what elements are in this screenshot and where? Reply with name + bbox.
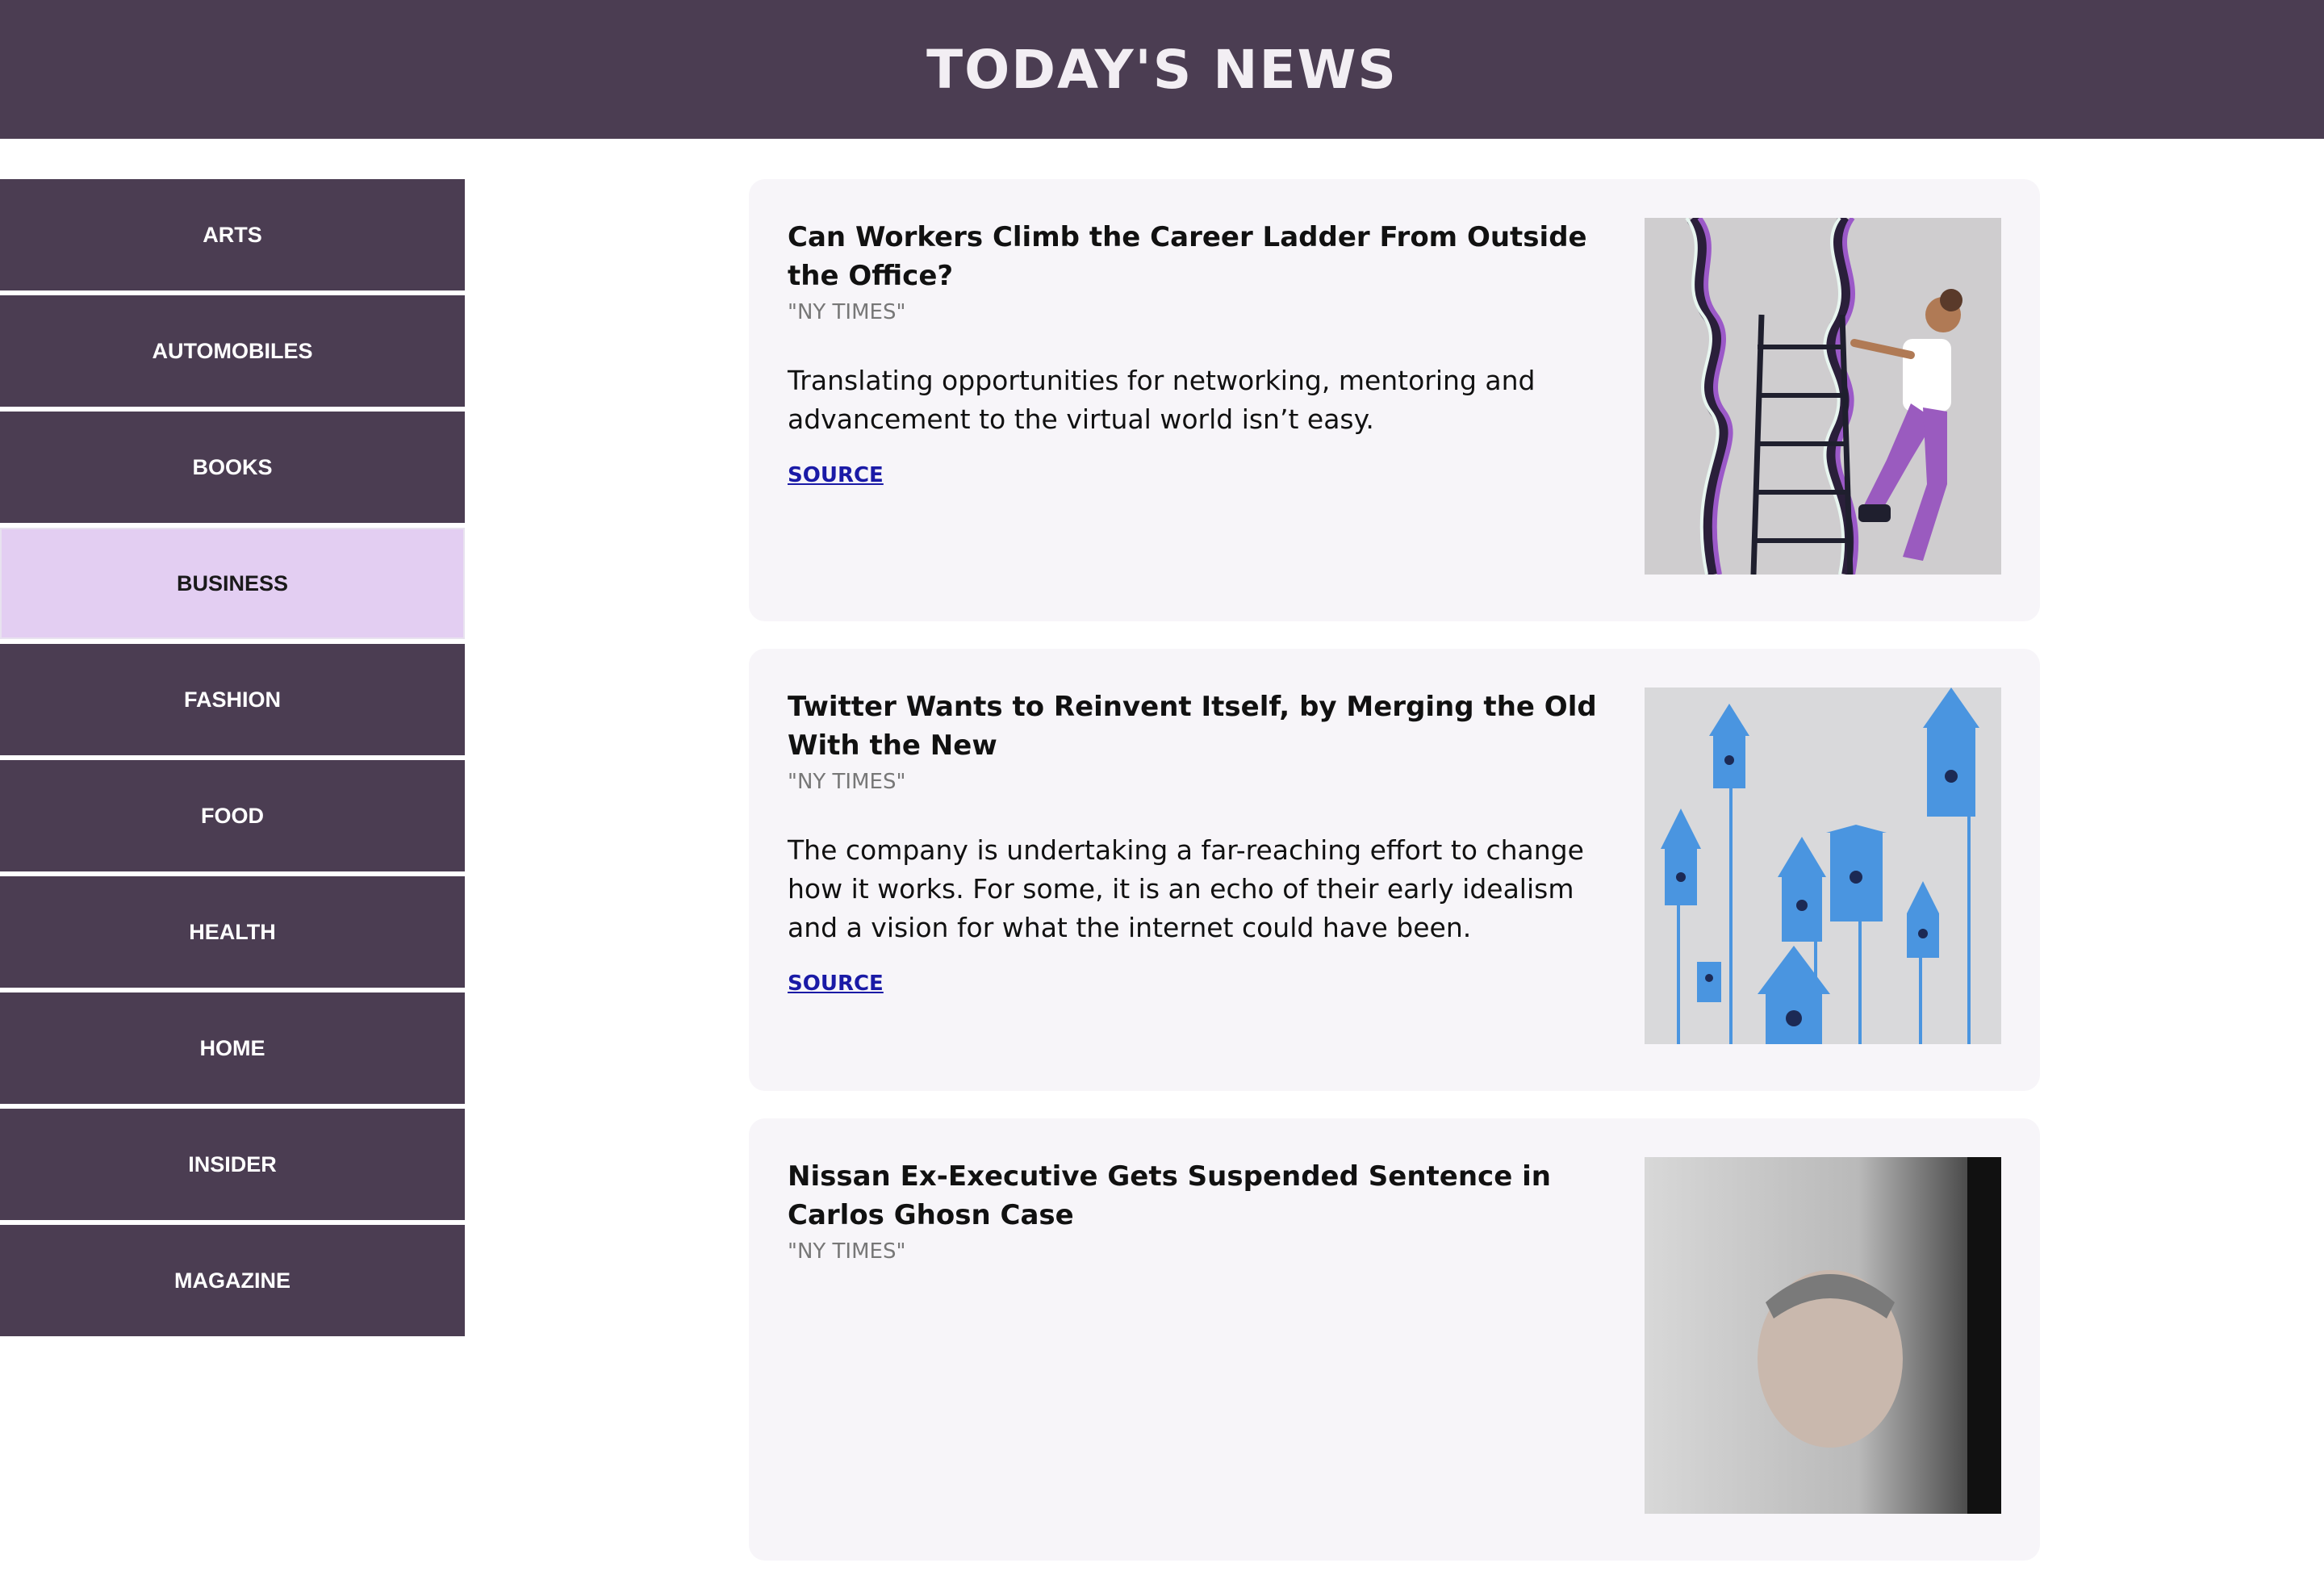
article-source: "NY TIMES" (788, 300, 906, 324)
sidebar-item-health[interactable]: HEALTH (0, 876, 465, 988)
sidebar-item-magazine[interactable]: MAGAZINE (0, 1225, 465, 1336)
sidebar-item-books[interactable]: BOOKS (0, 412, 465, 523)
sidebar-item-automobiles[interactable]: AUTOMOBILES (0, 295, 465, 407)
sidebar-item-insider[interactable]: INSIDER (0, 1109, 465, 1220)
article-text: Twitter Wants to Reinvent Itself, by Mer… (788, 687, 1627, 1052)
article-text: Nissan Ex-Executive Gets Suspended Sente… (788, 1157, 1627, 1522)
article-source: "NY TIMES" (788, 770, 906, 794)
article-title: Nissan Ex-Executive Gets Suspended Sente… (788, 1160, 1551, 1231)
article-title: Can Workers Climb the Career Ladder From… (788, 221, 1587, 292)
portrait-photo-icon (1645, 1157, 2001, 1514)
article-source: "NY TIMES" (788, 1239, 906, 1264)
article-text: Can Workers Climb the Career Ladder From… (788, 218, 1627, 583)
article-list: Can Workers Climb the Career Ladder From… (749, 179, 2040, 1588)
article-card: Can Workers Climb the Career Ladder From… (749, 179, 2040, 621)
career-ladder-illustration-icon (1645, 218, 2001, 575)
sidebar-item-food[interactable]: FOOD (0, 760, 465, 871)
page-title: TODAY'S NEWS (926, 38, 1398, 101)
sidebar-item-business[interactable]: BUSINESS (0, 528, 465, 639)
sidebar-item-fashion[interactable]: FASHION (0, 644, 465, 755)
page-header: TODAY'S NEWS (0, 0, 2324, 139)
source-link[interactable]: SOURCE (788, 463, 884, 487)
sidebar-item-home[interactable]: HOME (0, 992, 465, 1104)
source-link[interactable]: SOURCE (788, 972, 884, 996)
article-card: Twitter Wants to Reinvent Itself, by Mer… (749, 649, 2040, 1091)
category-sidebar: ARTS AUTOMOBILES BOOKS BUSINESS FASHION … (0, 179, 465, 1341)
article-title: Twitter Wants to Reinvent Itself, by Mer… (788, 691, 1597, 762)
article-description: Translating opportunities for networking… (788, 365, 1536, 435)
article-description: The company is undertaking a far-reachin… (788, 834, 1584, 943)
sidebar-item-arts[interactable]: ARTS (0, 179, 465, 290)
birdhouses-illustration-icon (1645, 687, 2001, 1044)
article-card: Nissan Ex-Executive Gets Suspended Sente… (749, 1118, 2040, 1561)
